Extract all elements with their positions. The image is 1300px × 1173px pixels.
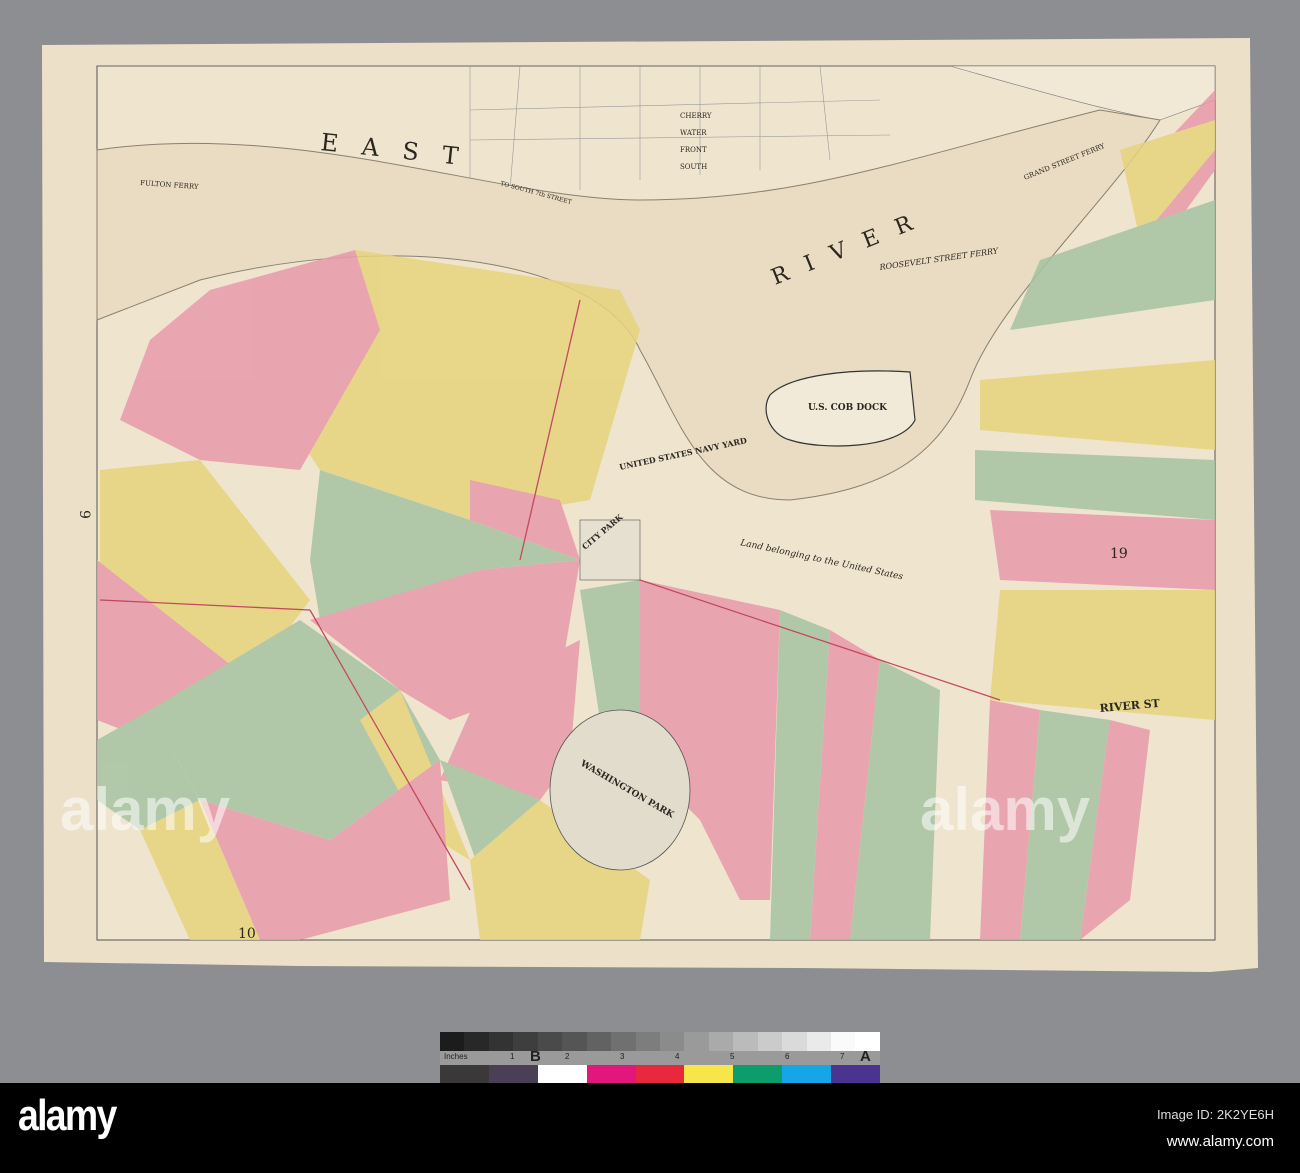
label-street: FRONT: [680, 146, 707, 154]
color-swatches: [440, 1065, 881, 1083]
color-target: Inches 1 B 2 3 4 5 6 7 A: [440, 1032, 881, 1083]
ward-number: 19: [1110, 546, 1128, 562]
ruler-number: 7: [840, 1052, 845, 1061]
label-cob-dock: U.S. COB DOCK: [808, 403, 888, 413]
mark-b: B: [530, 1048, 541, 1065]
image-id: Image ID: 2K2YE6H: [1156, 1107, 1274, 1122]
watermark-logo: alamy: [60, 776, 231, 843]
mark-a: A: [860, 1048, 871, 1065]
ruler-number: 5: [730, 1052, 735, 1061]
ruler-number: 3: [620, 1052, 625, 1061]
label-street: SOUTH: [680, 163, 707, 171]
district-yellow: [990, 590, 1215, 720]
alamy-logo: alamy: [18, 1091, 117, 1140]
map-sheet: 9 E A S T R I V E R ROOSEVELT STREET FER…: [42, 38, 1258, 972]
ruler-number: 4: [675, 1052, 680, 1061]
label-street: CHERRY: [680, 112, 712, 120]
ruler-number: 2: [565, 1052, 570, 1061]
label-street: WATER: [680, 129, 707, 137]
district-pink: [990, 510, 1215, 590]
inch-ruler: Inches 1 B 2 3 4 5 6 7 A: [440, 1048, 880, 1065]
ruler-label: Inches: [444, 1052, 468, 1061]
stock-footer: alamy Image ID: 2K2YE6H www.alamy.com: [0, 1083, 1300, 1173]
page-number: 9: [76, 510, 92, 519]
grayscale-steps: [440, 1032, 880, 1051]
ruler-number: 1: [510, 1052, 515, 1061]
watermark-logo: alamy: [920, 776, 1091, 843]
ruler-number: 6: [785, 1052, 790, 1061]
ward-number: 10: [238, 926, 256, 942]
site-url: www.alamy.com: [1166, 1133, 1274, 1150]
